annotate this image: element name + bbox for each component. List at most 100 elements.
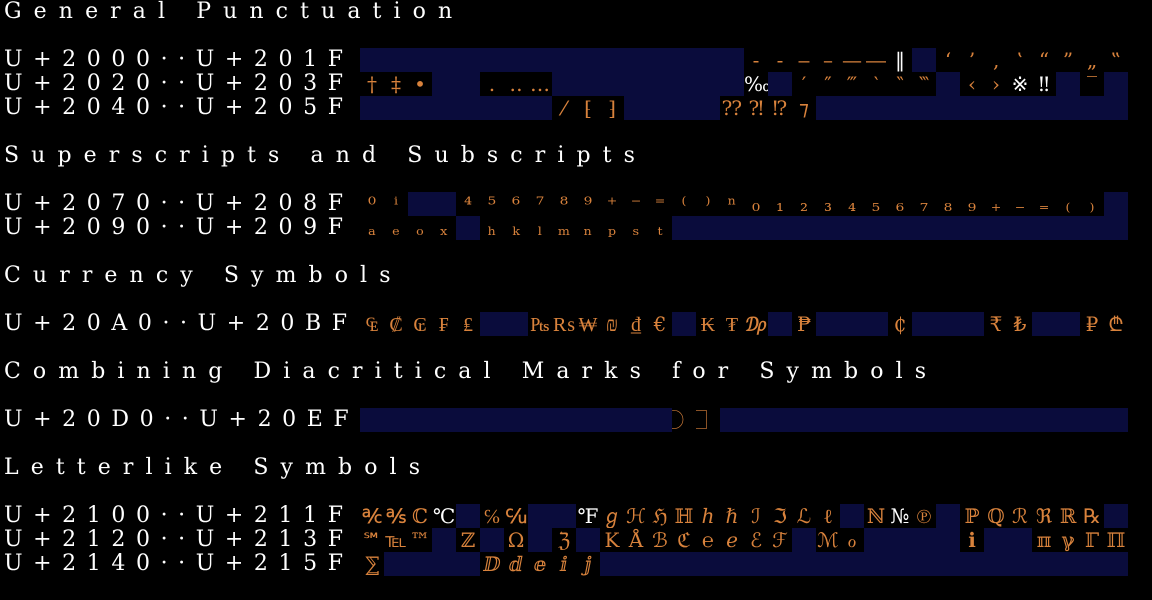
glyph-cell: ₤	[463, 312, 473, 336]
empty-glyph-cell	[648, 96, 672, 120]
empty-glyph-cell	[1080, 408, 1104, 432]
glyph-cell: ℕ	[866, 504, 886, 528]
glyph-cell: –	[823, 48, 833, 72]
empty-glyph-cell	[840, 552, 864, 576]
empty-glyph-cell	[720, 216, 744, 240]
empty-glyph-cell	[1104, 408, 1128, 432]
empty-glyph-cell	[936, 408, 960, 432]
empty-glyph-cell	[624, 96, 648, 120]
glyph-cell: ‵	[873, 72, 879, 96]
glyph-cell: ₀	[751, 192, 761, 216]
glyph-cell: ′	[801, 72, 807, 96]
empty-glyph-cell	[600, 72, 624, 96]
glyph-cell: ₇	[919, 192, 929, 216]
empty-glyph-cell	[864, 96, 888, 120]
empty-glyph-cell	[576, 48, 600, 72]
empty-glyph-cell	[384, 552, 408, 576]
glyph-cell: ₭	[700, 312, 716, 336]
empty-glyph-cell	[528, 408, 552, 432]
code-range-row: U+20D0··U+20EF⃝⃞	[0, 408, 1152, 432]
glyph-grid: ℠ ℡ ™ ℤ Ω ℨ K Å ℬ ℭ ℮ ℯ ℰ ℱ ℳℴ ℹ ℼ ℽ ℾ ℿ	[360, 528, 1128, 552]
glyph-cell: ₪	[605, 312, 619, 336]
empty-glyph-cell	[1056, 72, 1080, 96]
empty-glyph-cell	[408, 96, 432, 120]
empty-glyph-cell	[480, 48, 504, 72]
empty-glyph-cell	[792, 528, 816, 552]
glyph-cell: ℰ	[749, 528, 763, 552]
glyph-cell: ℊ	[602, 504, 622, 528]
glyph-cell: ⁿ	[727, 192, 737, 216]
glyph-cell: ℓ	[823, 504, 833, 528]
empty-glyph-cell	[432, 48, 456, 72]
glyph-cell: ⁆	[608, 96, 616, 120]
empty-glyph-cell	[960, 216, 984, 240]
empty-glyph-cell	[408, 408, 432, 432]
glyph-cell: ℛ	[1012, 504, 1028, 528]
empty-glyph-cell	[552, 408, 576, 432]
glyph-cell: ″	[824, 72, 832, 96]
empty-glyph-cell	[552, 72, 576, 96]
glyph-cell: ‑	[776, 48, 784, 72]
glyph-cell: ℑ	[773, 504, 787, 528]
empty-glyph-cell	[360, 96, 384, 120]
empty-glyph-cell	[840, 216, 864, 240]
glyph-cell: ₺	[1013, 312, 1027, 336]
glyph-cell: ’	[968, 48, 976, 72]
empty-glyph-cell	[1104, 552, 1128, 576]
code-range-row: U+2040··U+205F ⁄ ⁅ ⁆ ⁇ ⁈ ⁉ ⁊	[0, 96, 1152, 120]
glyph-cell: ‛	[1016, 48, 1024, 72]
empty-glyph-cell	[984, 216, 1008, 240]
glyph-cell: ℞	[1083, 504, 1101, 528]
code-range-label: U+2100··U+211F	[4, 503, 354, 528]
empty-glyph-cell	[456, 552, 480, 576]
glyph-cell: “	[1038, 48, 1050, 72]
code-range-label: U+2120··U+213F	[4, 527, 354, 552]
glyph-cell: ‶	[896, 72, 904, 96]
empty-glyph-cell	[888, 408, 912, 432]
empty-glyph-cell	[504, 96, 528, 120]
glyph-grid: ⁄ ⁅ ⁆ ⁇ ⁈ ⁉ ⁊	[360, 96, 1128, 120]
glyph-cell: ⁺	[606, 192, 618, 216]
glyph-cell: ‷	[918, 72, 930, 96]
glyph-cell: ₁	[775, 192, 785, 216]
glyph-cell: ℎ	[701, 504, 715, 528]
empty-glyph-cell	[408, 552, 432, 576]
empty-glyph-cell	[504, 312, 528, 336]
glyph-cell: €	[653, 312, 667, 336]
empty-glyph-cell	[648, 48, 672, 72]
glyph-cell: ₡	[389, 312, 403, 336]
glyph-cell: ₜ	[657, 216, 663, 240]
empty-glyph-cell	[528, 48, 552, 72]
glyph-cell: ₩	[578, 312, 598, 336]
empty-glyph-cell	[816, 312, 840, 336]
glyph-cell: ⁹	[583, 192, 593, 216]
empty-glyph-cell	[408, 192, 432, 216]
empty-glyph-cell	[936, 96, 960, 120]
empty-glyph-cell	[672, 96, 696, 120]
glyph-cell: ℚ	[987, 504, 1005, 528]
code-range-label: U+2070··U+208F	[4, 191, 354, 216]
empty-glyph-cell	[960, 552, 984, 576]
glyph-cell: ₘ	[557, 216, 571, 240]
empty-glyph-cell	[768, 408, 792, 432]
empty-glyph-cell	[1080, 216, 1104, 240]
empty-glyph-cell	[528, 528, 552, 552]
empty-glyph-cell	[864, 408, 888, 432]
glyph-cell: ℉	[577, 504, 599, 528]
glyph-cell: ₗ	[537, 216, 543, 240]
glyph-cell: ₂	[799, 192, 809, 216]
glyph-cell: ℗	[916, 504, 932, 528]
glyph-cell: ℆	[505, 504, 527, 528]
glyph-cell: ―	[866, 48, 886, 72]
empty-glyph-cell	[552, 48, 576, 72]
glyph-cell: ₃	[823, 192, 833, 216]
glyph-cell: ₉	[967, 192, 977, 216]
empty-glyph-cell	[816, 96, 840, 120]
glyph-cell: ℿ	[1106, 528, 1126, 552]
glyph-cell: ‚	[992, 48, 1000, 72]
empty-glyph-cell	[1032, 96, 1056, 120]
empty-glyph-cell	[600, 552, 624, 576]
empty-glyph-cell	[624, 72, 648, 96]
glyph-cell: ℝ	[1059, 504, 1077, 528]
glyph-cell: ₽	[1085, 312, 1099, 336]
